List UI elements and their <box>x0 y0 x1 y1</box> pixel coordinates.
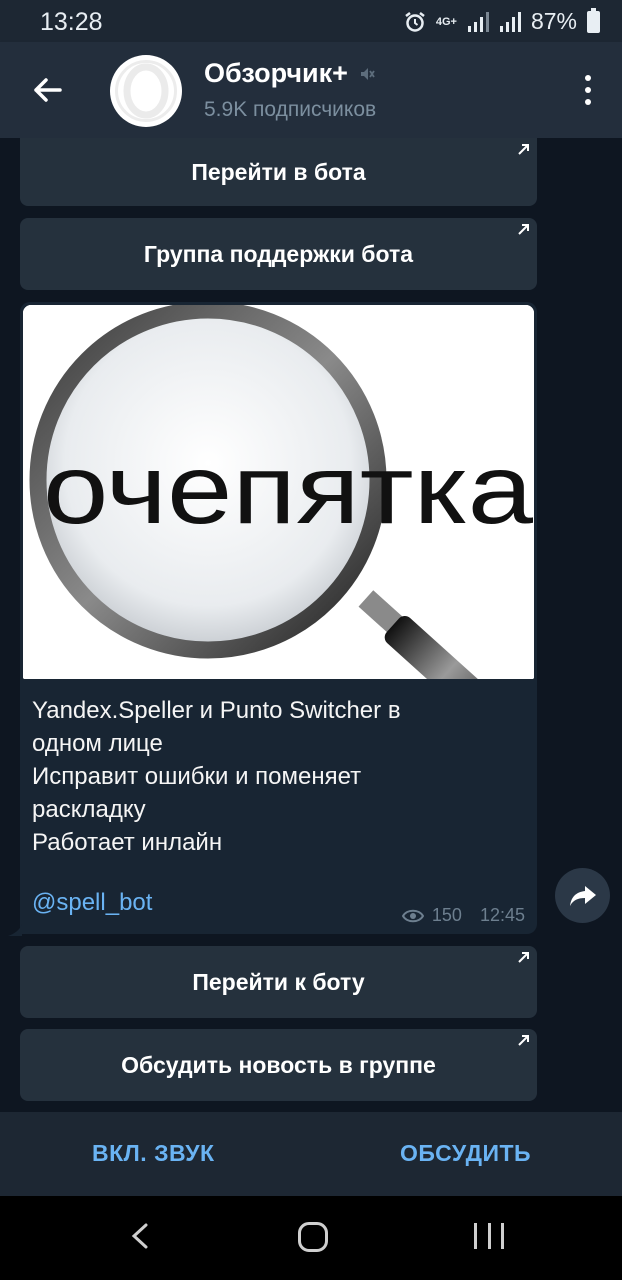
channel-bottom-bar: ВКЛ. ЗВУК ОБСУДИТЬ <box>0 1112 622 1196</box>
subscriber-count: 5.9K подписчиков <box>204 98 377 121</box>
external-link-icon <box>518 952 529 963</box>
message-text: Yandex.Speller и Punto Switcher в одном … <box>32 694 522 859</box>
go-to-bot-button[interactable]: Перейти в бота <box>20 138 537 206</box>
message-image[interactable]: очепятка <box>23 305 534 679</box>
avatar-logo <box>115 60 177 122</box>
more-options-button[interactable] <box>580 68 596 112</box>
message-line: Работает инлайн <box>32 829 223 856</box>
message-line: одном лице <box>32 730 163 757</box>
dot-icon <box>585 99 591 105</box>
image-text: очепятка <box>43 434 534 544</box>
message-line: Исправит ошибки и поменяет <box>32 763 362 790</box>
discuss-button[interactable]: ОБСУДИТЬ <box>400 1140 531 1167</box>
message-bubble[interactable]: очепятка Yandex.Speller и Punto Switcher… <box>20 302 537 934</box>
external-link-icon <box>518 1035 529 1046</box>
magnifier-typo-illustration: очепятка <box>23 305 534 679</box>
muted-icon <box>360 67 375 80</box>
bot-mention-link[interactable]: @spell_bot <box>32 889 152 917</box>
support-group-button[interactable]: Группа поддержки бота <box>20 218 537 290</box>
chat-area: Перейти в бота Группа поддержки бота оче… <box>0 138 622 1112</box>
discuss-in-group-button[interactable]: Обсудить новость в группе <box>20 1029 537 1101</box>
battery-percent: 87% <box>530 8 577 34</box>
status-time: 13:28 <box>40 8 103 36</box>
button-label: Перейти в бота <box>191 158 366 185</box>
channel-name: Обзорчик+ <box>204 58 348 88</box>
dot-icon <box>585 87 591 93</box>
channel-title[interactable]: Обзорчик+ <box>204 58 376 89</box>
nav-back-icon[interactable] <box>128 1222 152 1250</box>
alarm-icon <box>405 11 425 32</box>
battery-icon <box>587 7 600 33</box>
external-link-icon <box>518 224 529 235</box>
message-time: 12:45 <box>479 905 525 925</box>
chat-header: Обзорчик+ 5.9K подписчиков <box>0 42 622 138</box>
message-line: Yandex.Speller и Punto Switcher в <box>32 697 401 724</box>
view-count: 150 <box>431 905 462 925</box>
dot-icon <box>585 75 591 81</box>
channel-avatar[interactable] <box>110 55 182 127</box>
bar-icon <box>487 1223 491 1249</box>
button-label: Обсудить новость в группе <box>121 1051 436 1078</box>
external-link-icon <box>518 144 529 155</box>
bubble-tail <box>8 924 22 936</box>
status-icons: 4G+ 87% <box>404 7 600 35</box>
message-line: раскладку <box>32 796 146 823</box>
nav-recent-apps-button[interactable] <box>474 1223 504 1249</box>
eye-icon <box>401 909 424 922</box>
button-label: Группа поддержки бота <box>143 240 414 267</box>
arrow-left-icon <box>34 78 62 102</box>
signal-icon <box>467 11 489 32</box>
share-button[interactable] <box>555 868 610 923</box>
message-meta: 150 12:45 <box>401 905 525 926</box>
nav-home-button[interactable] <box>298 1222 328 1252</box>
forward-arrow-icon <box>569 885 596 906</box>
unmute-button[interactable]: ВКЛ. ЗВУК <box>92 1140 215 1167</box>
back-button[interactable] <box>28 70 68 110</box>
status-bar: 13:28 4G+ 87% <box>0 0 622 42</box>
bar-icon <box>501 1223 504 1249</box>
bar-icon <box>474 1223 477 1249</box>
go-to-bot-button-2[interactable]: Перейти к боту <box>20 946 537 1018</box>
system-navigation-bar <box>0 1196 622 1280</box>
network-type-label: 4G+ <box>435 15 457 28</box>
button-label: Перейти к боту <box>192 968 365 995</box>
opera-logo-icon <box>123 63 169 119</box>
signal-icon-2 <box>499 11 521 32</box>
